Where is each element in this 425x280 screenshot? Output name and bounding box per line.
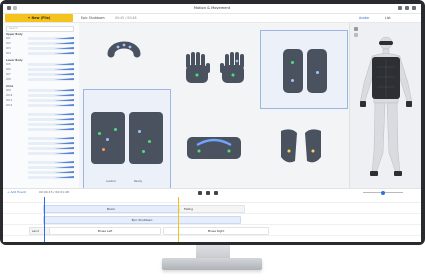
list-item[interactable] bbox=[6, 142, 76, 145]
status-label: Ready bbox=[134, 180, 143, 183]
zoom-slider-thumb[interactable] bbox=[381, 190, 385, 195]
list-item[interactable] bbox=[6, 147, 76, 150]
sleeve-left[interactable] bbox=[283, 49, 303, 93]
search-input[interactable]: Search bbox=[6, 26, 74, 32]
skip-back-icon[interactable] bbox=[198, 191, 202, 195]
playhead[interactable] bbox=[44, 197, 45, 242]
group-lower-body[interactable]: Lower Body bbox=[6, 59, 22, 62]
tab-epic-shutdown[interactable]: Epic Shutdown bbox=[81, 14, 105, 22]
list-item[interactable]: Ch11 bbox=[6, 99, 76, 102]
list-item[interactable] bbox=[6, 171, 76, 174]
marker[interactable] bbox=[178, 197, 179, 242]
list-item[interactable] bbox=[6, 123, 76, 126]
skip-forward-icon[interactable] bbox=[214, 191, 218, 195]
list-item[interactable]: Ch7 bbox=[6, 73, 76, 76]
timeline-clip[interactable]: Epic Shutdown bbox=[43, 216, 241, 224]
tab-list[interactable]: List bbox=[385, 14, 391, 22]
motor-led[interactable] bbox=[291, 79, 294, 82]
vest-back[interactable] bbox=[129, 112, 163, 164]
list-item[interactable]: Ch1 bbox=[6, 37, 76, 40]
group-arms[interactable]: Arms bbox=[6, 85, 13, 88]
list-item[interactable]: Ch8 bbox=[6, 78, 76, 81]
add-event-button[interactable]: + Add Event bbox=[7, 190, 26, 194]
app-screen: Motion & Movement + New (File) Epic Shut… bbox=[3, 4, 421, 242]
armband-device[interactable] bbox=[185, 131, 243, 165]
monitor-stand-base bbox=[162, 258, 262, 270]
window-title: Motion & Movement bbox=[193, 6, 231, 10]
avatar-preview[interactable] bbox=[349, 23, 421, 188]
list-item[interactable]: Ch12 bbox=[6, 104, 76, 107]
list-item[interactable] bbox=[6, 161, 76, 164]
play-icon[interactable] bbox=[206, 191, 210, 195]
motor-led[interactable] bbox=[98, 132, 101, 135]
timeline-time: 00:00:15 / 00:01:48 bbox=[39, 190, 69, 194]
list-item[interactable]: Ch4 bbox=[6, 52, 76, 55]
vest-panel[interactable]: Loaded Ready bbox=[83, 89, 171, 194]
list-item[interactable] bbox=[6, 137, 76, 140]
motor-led[interactable] bbox=[106, 138, 109, 141]
gloves-device[interactable] bbox=[182, 51, 252, 87]
list-item[interactable]: Ch5 bbox=[6, 63, 76, 66]
list-item[interactable]: Ch2 bbox=[6, 42, 76, 45]
motor-led[interactable] bbox=[114, 128, 117, 131]
monitor-bezel: Motion & Movement + New (File) Epic Shut… bbox=[0, 0, 425, 245]
list-item[interactable] bbox=[6, 166, 76, 169]
search-placeholder: Search bbox=[9, 27, 18, 30]
device-canvas[interactable]: Loaded Ready bbox=[79, 23, 349, 194]
list-item[interactable] bbox=[6, 152, 76, 155]
motor-led[interactable] bbox=[148, 140, 151, 143]
timeline-clip[interactable]: Boom bbox=[43, 205, 179, 213]
headband-device[interactable] bbox=[107, 40, 141, 60]
motor-led[interactable] bbox=[142, 150, 145, 153]
list-item[interactable] bbox=[6, 113, 76, 116]
close-icon[interactable] bbox=[412, 6, 416, 10]
timeline-clip[interactable]: Phase Left bbox=[49, 227, 161, 235]
timeline-clip[interactable]: Falling bbox=[179, 205, 245, 213]
list-item[interactable]: Ch10 bbox=[6, 94, 76, 97]
motor-led[interactable] bbox=[102, 148, 105, 151]
timeline-clip[interactable]: Land bbox=[29, 227, 51, 235]
feet-device[interactable] bbox=[273, 127, 329, 167]
timeline[interactable]: + Add Event 00:00:15 / 00:01:48 Boom Fal… bbox=[3, 188, 421, 242]
motor-led[interactable] bbox=[291, 61, 294, 64]
tab-avatar[interactable]: Avatar bbox=[359, 14, 369, 22]
motor-led[interactable] bbox=[316, 71, 319, 74]
zoom-icon[interactable] bbox=[354, 33, 358, 37]
motor-led[interactable] bbox=[138, 130, 141, 133]
sidebar: Search Upper Body Ch1 Ch2 Ch3 Ch4 Lower … bbox=[3, 23, 80, 188]
rotate-icon[interactable] bbox=[354, 27, 358, 31]
list-item[interactable]: Ch3 bbox=[6, 47, 76, 50]
avatar-figure bbox=[359, 36, 413, 176]
list-item[interactable]: Ch6 bbox=[6, 68, 76, 71]
sleeve-panel[interactable] bbox=[260, 30, 348, 109]
minimize-icon[interactable] bbox=[398, 6, 402, 10]
new-file-button[interactable]: + New (File) bbox=[5, 14, 73, 22]
maximize-icon[interactable] bbox=[405, 6, 409, 10]
list-item[interactable]: Ch9 bbox=[6, 89, 76, 92]
group-upper-body[interactable]: Upper Body bbox=[6, 33, 22, 36]
list-item[interactable] bbox=[6, 176, 76, 179]
time-readout: 00:45 / 00:48 bbox=[115, 16, 137, 20]
status-label: Loaded bbox=[106, 180, 116, 183]
list-item[interactable] bbox=[6, 128, 76, 131]
list-item[interactable] bbox=[6, 118, 76, 121]
